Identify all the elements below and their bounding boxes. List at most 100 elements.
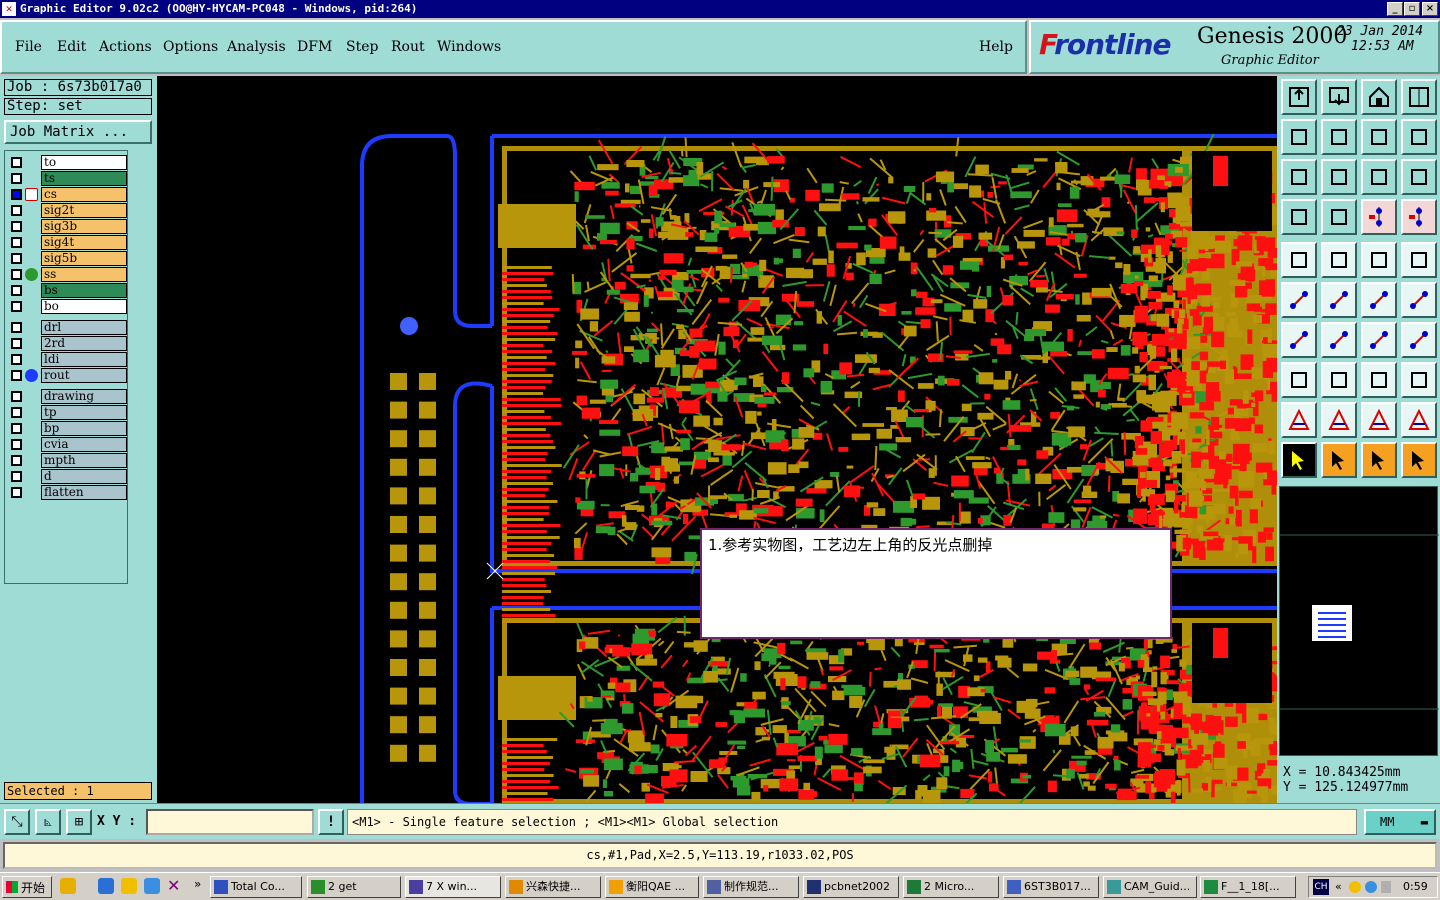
grid-tool-button[interactable]: [1321, 199, 1357, 235]
units-select[interactable]: MM ▬: [1364, 809, 1436, 835]
layer-row-ts[interactable]: ts: [5, 171, 129, 186]
layer-row-drawing[interactable]: drawing: [5, 389, 129, 404]
layer-checkbox[interactable]: [11, 407, 22, 418]
layer-checkbox[interactable]: [11, 253, 22, 264]
house-tool-button[interactable]: [1361, 79, 1397, 115]
menu-step[interactable]: Step: [346, 39, 378, 55]
cut-line-tool-button[interactable]: [1321, 362, 1357, 398]
triangle-a2-tool-button[interactable]: [1401, 402, 1437, 438]
xy-input[interactable]: [146, 809, 314, 835]
edit-points-tool-button[interactable]: [1281, 362, 1317, 398]
layer-checkbox[interactable]: [11, 189, 22, 200]
flip-text-tool-button[interactable]: [1401, 322, 1437, 358]
node-edit-tool-button[interactable]: [1401, 442, 1437, 478]
net-select-alt-tool-button[interactable]: [1401, 199, 1437, 235]
menu-help[interactable]: Help: [979, 39, 1013, 55]
layer-name[interactable]: flatten: [41, 485, 127, 500]
close-button[interactable]: ×: [1422, 2, 1438, 16]
zoom-fit-tool-button[interactable]: [1321, 79, 1357, 115]
quicklaunch-app-icon[interactable]: [144, 878, 160, 894]
pad-outline-tool-button[interactable]: [1401, 242, 1437, 278]
layer-name[interactable]: d: [41, 469, 127, 484]
layer-row-ldi[interactable]: ldi: [5, 352, 129, 367]
pointer-tool-button[interactable]: [1281, 442, 1317, 478]
layer-checkbox[interactable]: [11, 301, 22, 312]
menu-file[interactable]: File: [15, 39, 42, 55]
layer-name[interactable]: ldi: [41, 352, 127, 367]
layer-name[interactable]: tp: [41, 405, 127, 420]
layer-checkbox[interactable]: [11, 269, 22, 280]
menu-options[interactable]: Options: [163, 39, 218, 55]
layer-name[interactable]: sig3b: [41, 219, 127, 234]
draw-line-tool-button[interactable]: [1321, 322, 1357, 358]
layer-checkbox[interactable]: [11, 471, 22, 482]
add-pad-tool-button[interactable]: [1281, 242, 1317, 278]
layer-checkbox[interactable]: [11, 455, 22, 466]
menu-rout[interactable]: Rout: [391, 39, 425, 55]
window-tool-button[interactable]: [1401, 79, 1437, 115]
layer-row-cs[interactable]: cs: [5, 187, 129, 202]
maximize-button[interactable]: ▫: [1404, 2, 1420, 16]
overview-window[interactable]: [1279, 486, 1439, 756]
quicklaunch-ie-icon[interactable]: [98, 878, 114, 894]
layer-checkbox[interactable]: [11, 354, 22, 365]
layer-row-drl[interactable]: drl: [5, 320, 129, 335]
taskbar-item[interactable]: 7 X win...: [405, 876, 501, 898]
graphic-canvas[interactable]: 1.参考实物图，工艺边左上角的反光点删掉: [157, 76, 1277, 803]
layer-name[interactable]: sig4t: [41, 235, 127, 250]
layer-row-sig5b[interactable]: sig5b: [5, 251, 129, 266]
pointer-select-tool-button[interactable]: [1321, 442, 1357, 478]
layer-name[interactable]: cvia: [41, 437, 127, 452]
layer-name[interactable]: ts: [41, 171, 127, 186]
layer-row-ss[interactable]: ss: [5, 267, 129, 282]
layer-checkbox[interactable]: [11, 322, 22, 333]
start-button[interactable]: 开始: [2, 876, 52, 898]
taskbar-item[interactable]: 2 Micro...: [903, 876, 999, 898]
add-shape-tool-button[interactable]: [1321, 242, 1357, 278]
taskbar-item[interactable]: 2 get: [307, 876, 401, 898]
layer-name[interactable]: bo: [41, 299, 127, 314]
layer-name[interactable]: sig2t: [41, 203, 127, 218]
taskbar-item[interactable]: CAM_Guid...: [1103, 876, 1197, 898]
taskbar-item[interactable]: pcbnet2002: [803, 876, 899, 898]
layer-row-mpth[interactable]: mpth: [5, 453, 129, 468]
minimize-button[interactable]: _: [1387, 2, 1403, 16]
taskbar-item[interactable]: 衡阳QAE ...: [605, 876, 699, 898]
layer-checkbox[interactable]: [11, 173, 22, 184]
layer-checkbox[interactable]: [11, 221, 22, 232]
menu-actions[interactable]: Actions: [99, 39, 152, 55]
layer-checkbox[interactable]: [11, 423, 22, 434]
menu-edit[interactable]: Edit: [57, 39, 86, 55]
layer-row-bs[interactable]: bs: [5, 283, 129, 298]
pan-right-tool-button[interactable]: [1321, 119, 1357, 155]
layer-name[interactable]: rout: [41, 368, 127, 383]
layer-row-bo[interactable]: bo: [5, 299, 129, 314]
layer-row-bp[interactable]: bp: [5, 421, 129, 436]
quicklaunch-msn-icon[interactable]: [60, 878, 76, 894]
layer-name[interactable]: drawing: [41, 389, 127, 404]
layer-row-flatten[interactable]: flatten: [5, 485, 129, 500]
alert-button[interactable]: !: [318, 809, 344, 835]
layer-row-sig2t[interactable]: sig2t: [5, 203, 129, 218]
layer-row-to[interactable]: to: [5, 155, 129, 170]
layer-checkbox[interactable]: [11, 391, 22, 402]
add-arc-tool-button[interactable]: [1361, 322, 1397, 358]
layer-checkbox[interactable]: [11, 285, 22, 296]
menu-dfm[interactable]: DFM: [297, 39, 332, 55]
measure-mode-button[interactable]: ⦝: [35, 809, 61, 835]
menu-analysis[interactable]: Analysis: [227, 39, 286, 55]
move-node-tool-button[interactable]: [1361, 282, 1397, 318]
layer-row-sig4t[interactable]: sig4t: [5, 235, 129, 250]
layer-row-tp[interactable]: tp: [5, 405, 129, 420]
layer-checkbox[interactable]: [11, 157, 22, 168]
taskbar-item[interactable]: 6ST3B017...: [1003, 876, 1099, 898]
quicklaunch-x-icon[interactable]: ✕: [167, 878, 183, 894]
help-query-tool-button[interactable]: [1401, 159, 1437, 195]
layer-checkbox[interactable]: [11, 205, 22, 216]
mirror-tool-button[interactable]: [1361, 119, 1397, 155]
grid-mode-button[interactable]: ⊞: [66, 809, 92, 835]
triangle-a-tool-button[interactable]: [1361, 402, 1397, 438]
triangle-line-tool-button[interactable]: [1321, 402, 1357, 438]
layer-checkbox[interactable]: [11, 370, 22, 381]
add-node-tool-button[interactable]: [1401, 282, 1437, 318]
